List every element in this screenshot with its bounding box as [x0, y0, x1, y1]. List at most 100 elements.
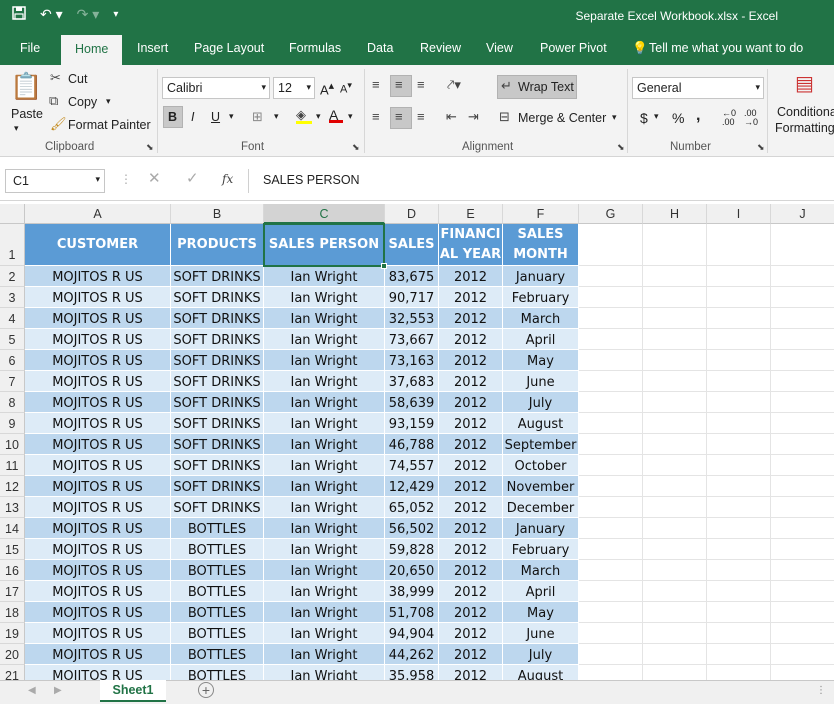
- underline-dropdown-icon[interactable]: ▾: [229, 111, 234, 122]
- copy-button[interactable]: Copy: [68, 95, 97, 109]
- empty-cell[interactable]: [643, 560, 707, 581]
- table-cell-person[interactable]: Ian Wright: [264, 644, 385, 665]
- empty-cell[interactable]: [707, 413, 771, 434]
- italic-button[interactable]: I: [191, 110, 194, 124]
- tab-home[interactable]: Home: [61, 35, 122, 65]
- table-cell-customer[interactable]: MOJITOS R US: [25, 392, 171, 413]
- row-header[interactable]: 15: [0, 539, 25, 560]
- row-header[interactable]: 10: [0, 434, 25, 455]
- sheet-tab-sheet1[interactable]: Sheet1: [100, 680, 166, 702]
- table-cell-person[interactable]: Ian Wright: [264, 266, 385, 287]
- empty-cell[interactable]: [579, 266, 643, 287]
- table-cell-month[interactable]: May: [503, 350, 579, 371]
- column-header-d[interactable]: D: [385, 204, 439, 224]
- column-header-j[interactable]: J: [771, 204, 834, 224]
- header-products[interactable]: PRODUCTS: [171, 224, 264, 266]
- table-cell-sales[interactable]: 32,553: [385, 308, 439, 329]
- name-box[interactable]: C1▾: [5, 169, 105, 193]
- empty-cell[interactable]: [707, 665, 771, 680]
- table-cell-month[interactable]: July: [503, 644, 579, 665]
- table-cell-customer[interactable]: MOJITOS R US: [25, 287, 171, 308]
- table-cell-year[interactable]: 2012: [439, 350, 503, 371]
- empty-cell[interactable]: [771, 623, 834, 644]
- row-header[interactable]: 8: [0, 392, 25, 413]
- empty-cell[interactable]: [707, 371, 771, 392]
- table-cell-month[interactable]: December: [503, 497, 579, 518]
- empty-cell[interactable]: [579, 413, 643, 434]
- table-cell-month[interactable]: April: [503, 329, 579, 350]
- table-cell-year[interactable]: 2012: [439, 644, 503, 665]
- table-cell-customer[interactable]: MOJITOS R US: [25, 623, 171, 644]
- table-cell-product[interactable]: SOFT DRINKS: [171, 434, 264, 455]
- table-cell-person[interactable]: Ian Wright: [264, 518, 385, 539]
- table-cell-customer[interactable]: MOJITOS R US: [25, 476, 171, 497]
- table-cell-month[interactable]: February: [503, 539, 579, 560]
- table-cell-year[interactable]: 2012: [439, 266, 503, 287]
- empty-cell[interactable]: [643, 224, 707, 266]
- table-cell-customer[interactable]: MOJITOS R US: [25, 371, 171, 392]
- table-cell-person[interactable]: Ian Wright: [264, 581, 385, 602]
- conditional-formatting-label-1[interactable]: Conditional: [777, 105, 834, 119]
- empty-cell[interactable]: [771, 644, 834, 665]
- table-cell-year[interactable]: 2012: [439, 602, 503, 623]
- clipboard-launcher-icon[interactable]: ⬊: [146, 142, 154, 153]
- row-header[interactable]: 1: [0, 224, 25, 266]
- font-color-dropdown-icon[interactable]: ▾: [348, 111, 353, 122]
- font-launcher-icon[interactable]: ⬊: [352, 142, 360, 153]
- table-cell-month[interactable]: August: [503, 413, 579, 434]
- empty-cell[interactable]: [643, 287, 707, 308]
- table-cell-sales[interactable]: 73,667: [385, 329, 439, 350]
- empty-cell[interactable]: [643, 392, 707, 413]
- table-cell-person[interactable]: Ian Wright: [264, 455, 385, 476]
- merge-dropdown-icon[interactable]: ▾: [612, 112, 617, 123]
- empty-cell[interactable]: [771, 224, 834, 266]
- table-cell-year[interactable]: 2012: [439, 539, 503, 560]
- table-cell-customer[interactable]: MOJITOS R US: [25, 539, 171, 560]
- orientation-icon[interactable]: ⤤▾: [447, 77, 461, 93]
- empty-cell[interactable]: [579, 644, 643, 665]
- empty-cell[interactable]: [643, 476, 707, 497]
- empty-cell[interactable]: [771, 371, 834, 392]
- empty-cell[interactable]: [579, 434, 643, 455]
- table-cell-month[interactable]: January: [503, 518, 579, 539]
- empty-cell[interactable]: [579, 497, 643, 518]
- decrease-indent-icon[interactable]: ⇤: [446, 109, 457, 125]
- empty-cell[interactable]: [771, 329, 834, 350]
- font-size-select[interactable]: 12▾: [273, 77, 315, 99]
- empty-cell[interactable]: [771, 497, 834, 518]
- tab-data[interactable]: Data: [367, 41, 393, 55]
- empty-cell[interactable]: [771, 287, 834, 308]
- table-cell-customer[interactable]: MOJITOS R US: [25, 518, 171, 539]
- empty-cell[interactable]: [707, 455, 771, 476]
- borders-dropdown-icon[interactable]: ▾: [274, 111, 279, 122]
- empty-cell[interactable]: [707, 581, 771, 602]
- merge-center-icon[interactable]: ⊟: [499, 109, 510, 125]
- table-cell-product[interactable]: SOFT DRINKS: [171, 413, 264, 434]
- table-cell-month[interactable]: March: [503, 560, 579, 581]
- tab-formulas[interactable]: Formulas: [289, 41, 341, 55]
- table-cell-month[interactable]: October: [503, 455, 579, 476]
- copy-icon[interactable]: ⧉: [49, 93, 58, 109]
- empty-cell[interactable]: [707, 434, 771, 455]
- table-cell-sales[interactable]: 20,650: [385, 560, 439, 581]
- empty-cell[interactable]: [707, 266, 771, 287]
- empty-cell[interactable]: [771, 518, 834, 539]
- table-cell-sales[interactable]: 83,675: [385, 266, 439, 287]
- empty-cell[interactable]: [707, 224, 771, 266]
- table-cell-year[interactable]: 2012: [439, 623, 503, 644]
- empty-cell[interactable]: [707, 644, 771, 665]
- table-cell-person[interactable]: Ian Wright: [264, 308, 385, 329]
- percent-button[interactable]: %: [672, 110, 684, 126]
- merge-center-button[interactable]: Merge & Center: [518, 111, 606, 125]
- table-cell-month[interactable]: September: [503, 434, 579, 455]
- table-cell-sales[interactable]: 37,683: [385, 371, 439, 392]
- table-cell-person[interactable]: Ian Wright: [264, 413, 385, 434]
- table-cell-year[interactable]: 2012: [439, 665, 503, 680]
- table-cell-year[interactable]: 2012: [439, 476, 503, 497]
- table-cell-year[interactable]: 2012: [439, 455, 503, 476]
- table-cell-sales[interactable]: 12,429: [385, 476, 439, 497]
- number-launcher-icon[interactable]: ⬊: [757, 142, 765, 153]
- table-cell-month[interactable]: April: [503, 581, 579, 602]
- table-cell-customer[interactable]: MOJITOS R US: [25, 560, 171, 581]
- table-cell-customer[interactable]: MOJITOS R US: [25, 266, 171, 287]
